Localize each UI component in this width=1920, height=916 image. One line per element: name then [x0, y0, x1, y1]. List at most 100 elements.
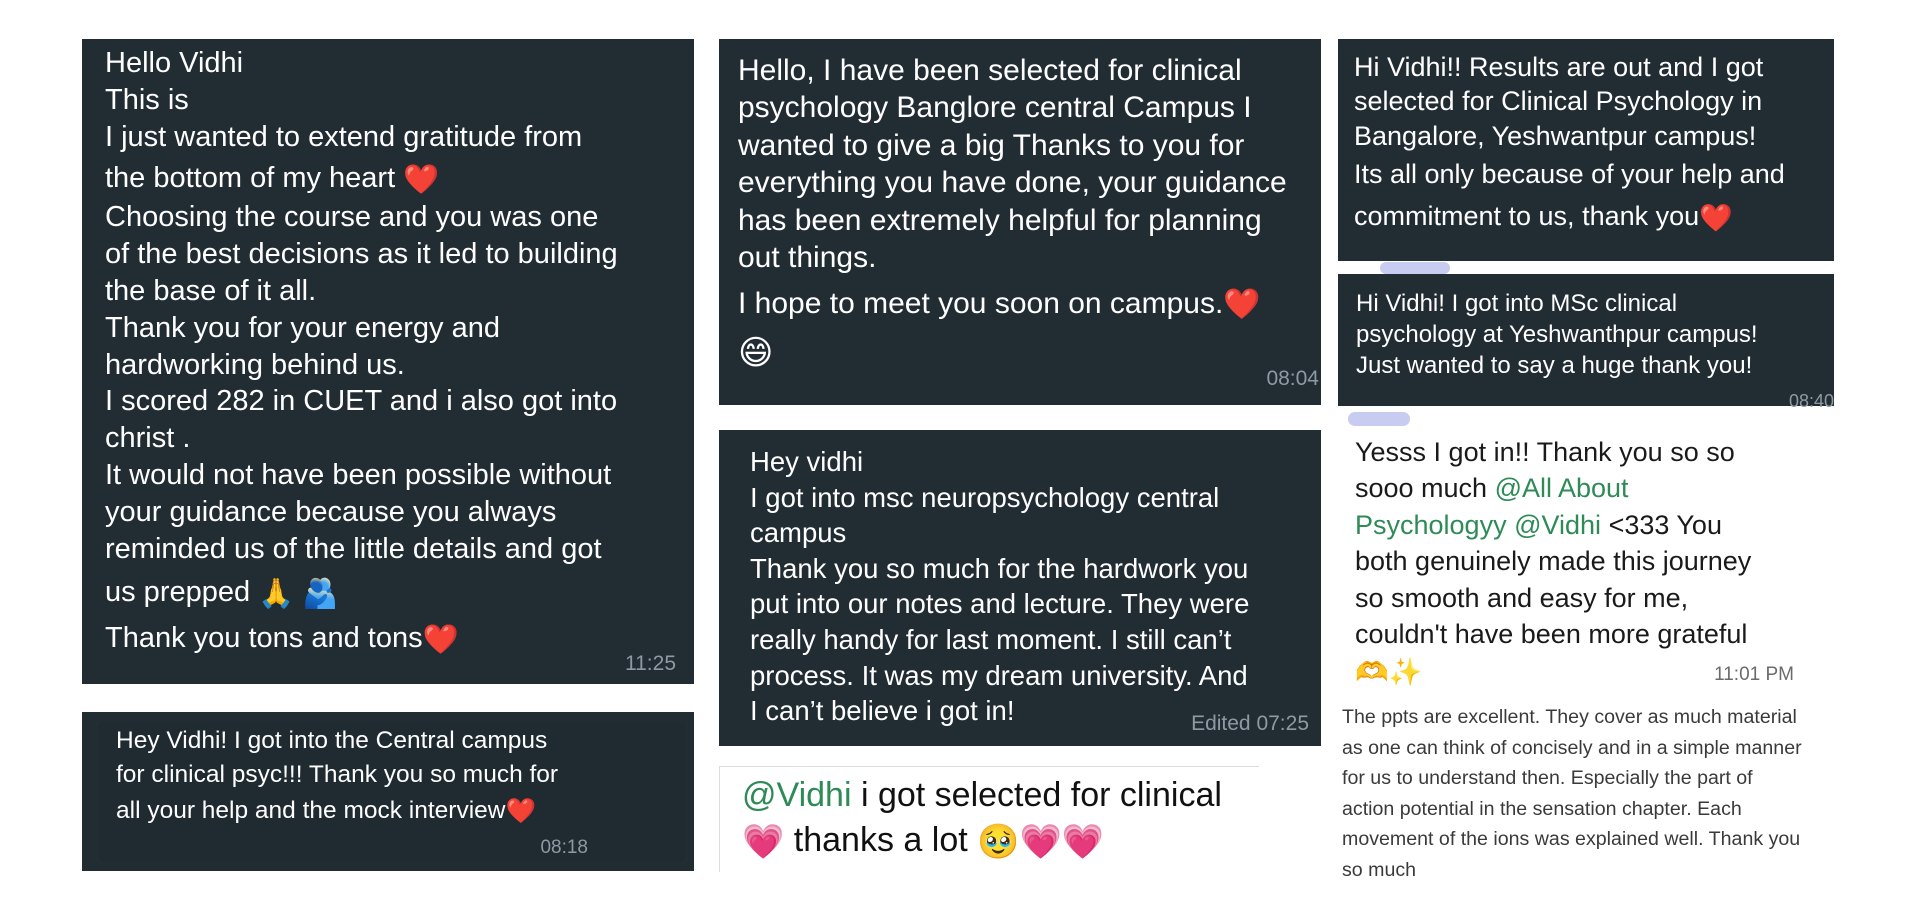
- message-line: selected for Clinical Psychology in: [1354, 86, 1763, 116]
- message-line-text: sooo much: [1355, 473, 1495, 504]
- message-card-4: Hey vidhi I got into msc neuropsychology…: [719, 430, 1321, 746]
- heart-icon: ❤️: [1223, 288, 1261, 322]
- message-line: everything you have done, your guidance: [738, 166, 1287, 200]
- message-line: Just wanted to say a huge thank you!: [1356, 352, 1753, 379]
- message-line: Hello Vidhi: [105, 47, 244, 79]
- message-text: Yesss I got in!! Thank you so so sooo mu…: [1355, 434, 1751, 689]
- message-line: Hello, I have been selected for clinical: [738, 54, 1242, 87]
- heart-icon: ❤️: [403, 163, 440, 196]
- message-line: for us to understand then. Especially th…: [1342, 767, 1753, 790]
- reaction-placeholder: [1380, 262, 1450, 274]
- message-line: as one can think of concisely and in a s…: [1342, 736, 1802, 759]
- message-line: sooo much @All About: [1355, 470, 1751, 506]
- message-line: I hope to meet you soon on campus.❤️: [738, 276, 1287, 322]
- message-text: Hey Vidhi! I got into the Central campus…: [116, 724, 558, 830]
- message-line: Choosing the course and you was one: [105, 201, 599, 234]
- message-line: us prepped 🙏 🫂: [105, 567, 618, 613]
- message-text: Hi Vidhi! I got into MSc clinical psycho…: [1356, 288, 1758, 381]
- message-line: 😄: [738, 322, 1287, 376]
- pink-heart-icon: 💗: [742, 822, 785, 861]
- message-timestamp: 08:04: [1266, 367, 1319, 390]
- message-line: The ppts are excellent. They cover as mu…: [1342, 706, 1797, 728]
- message-line-text: Thank you tons and tons: [105, 622, 423, 655]
- message-line-text: us prepped: [105, 576, 251, 609]
- message-line: Bangalore, Yeshwantpur campus!: [1354, 121, 1757, 151]
- message-line: Hi Vidhi!! Results are out and I got: [1354, 52, 1764, 82]
- message-line: your guidance because you always: [105, 495, 557, 528]
- message-card-7: Hi Vidhi! I got into MSc clinical psycho…: [1338, 274, 1834, 411]
- message-line-text: I hope to meet you soon on campus.: [738, 287, 1224, 321]
- message-line-text: the bottom of my heart: [105, 162, 396, 195]
- message-line-text: thanks a lot: [793, 821, 968, 859]
- message-line: so smooth and easy for me,: [1355, 582, 1689, 613]
- message-line: Psychologyy @Vidhi <333 You: [1355, 507, 1751, 543]
- mention-link[interactable]: @All About: [1495, 473, 1629, 503]
- message-card-3: Hello, I have been selected for clinical…: [719, 39, 1321, 405]
- message-line: I scored 282 in CUET and i also got into: [105, 385, 618, 418]
- message-card-9: The ppts are excellent. They cover as mu…: [1340, 700, 1880, 885]
- message-timestamp: 11:01 PM: [1714, 664, 1794, 685]
- message-timestamp: 11:25: [625, 652, 676, 675]
- message-line: so much: [1342, 858, 1417, 881]
- message-line: Its all only because of your help and: [1354, 159, 1785, 189]
- message-line: Thank you tons and tons❤️: [105, 613, 618, 657]
- message-line: action potential in the sensation chapte…: [1342, 797, 1742, 820]
- message-line: 💗 thanks a lot 🥹💗💗: [742, 818, 1222, 863]
- message-line: Hi Vidhi! I got into MSc clinical: [1356, 290, 1678, 317]
- pink-heart-icon: 💗: [1019, 822, 1062, 861]
- message-line-text: all your help and the mock interview: [116, 797, 506, 824]
- message-timestamp: 08:18: [540, 837, 588, 858]
- mention-link[interactable]: @Vidhi: [742, 776, 852, 814]
- message-line: commitment to us, thank you❤️: [1354, 194, 1785, 238]
- message-line: Hey vidhi: [750, 446, 864, 477]
- message-text: Hello Vidhi This is I just wanted to ext…: [105, 45, 618, 657]
- message-line: of the best decisions as it led to build…: [105, 238, 618, 271]
- message-line: wanted to give a big Thanks to you for: [738, 128, 1245, 162]
- message-line-text: commitment to us, thank you: [1354, 201, 1700, 231]
- message-line: Thank you for your energy and: [105, 311, 500, 344]
- mention-link[interactable]: Psychologyy: [1355, 510, 1507, 540]
- message-line: christ .: [105, 422, 191, 455]
- message-line: has been extremely helpful for planning: [738, 203, 1262, 237]
- message-line: It would not have been possible without: [105, 458, 612, 491]
- message-line: Hey Vidhi! I got into the Central campus: [116, 727, 548, 754]
- message-card-2: Hey Vidhi! I got into the Central campus…: [82, 712, 694, 871]
- message-card-8: Yesss I got in!! Thank you so so sooo mu…: [1338, 430, 1810, 700]
- message-line: hardworking behind us.: [105, 348, 405, 381]
- message-line: reminded us of the little details and go…: [105, 532, 602, 565]
- message-line: process. It was my dream university. And: [750, 659, 1248, 691]
- message-line: psychology at Yeshwanthpur campus!: [1356, 321, 1758, 348]
- pink-heart-icon: 💗: [1061, 822, 1105, 861]
- message-line: put into our notes and lecture. They wer…: [750, 588, 1250, 620]
- message-line: Thank you so much for the hardwork you: [750, 552, 1249, 584]
- message-line: both genuinely made this journey: [1355, 546, 1752, 577]
- pleading-face-icon: 🥹: [977, 822, 1020, 861]
- message-text: Hi Vidhi!! Results are out and I got sel…: [1354, 50, 1785, 238]
- message-text: @Vidhi i got selected for clinical 💗 tha…: [742, 773, 1222, 863]
- heart-icon: ❤️: [505, 797, 536, 825]
- folded-hands-icon: 🙏: [258, 577, 295, 610]
- message-line: movement of the ions was explained well.…: [1342, 828, 1801, 851]
- grinning-face-icon: 😄: [738, 334, 774, 373]
- message-line: @Vidhi i got selected for clinical: [742, 773, 1222, 818]
- message-line-text: <333 You: [1601, 509, 1722, 540]
- sparkles-icon: ✨: [1388, 657, 1423, 688]
- message-line: This is: [105, 83, 189, 116]
- message-card-6: Hi Vidhi!! Results are out and I got sel…: [1338, 39, 1834, 261]
- heart-icon: ❤️: [1699, 202, 1733, 233]
- message-line: all your help and the mock interview❤️: [116, 792, 558, 830]
- message-line: I got into msc neuropsychology central: [750, 481, 1220, 513]
- heart-hands-icon: 🫶: [1355, 657, 1389, 688]
- message-line: Yesss I got in!! Thank you so so: [1355, 437, 1735, 467]
- message-line: psychology Banglore central Campus I: [738, 91, 1252, 125]
- mention-link[interactable]: @Vidhi: [1514, 510, 1601, 540]
- reaction-placeholder: [1348, 412, 1410, 426]
- message-line: I can’t believe i got in!: [750, 695, 1015, 727]
- message-card-5: @Vidhi i got selected for clinical 💗 tha…: [719, 766, 1259, 872]
- message-line: for clinical psyc!!! Thank you so much f…: [116, 761, 559, 788]
- message-timestamp: Edited 07:25: [1191, 712, 1309, 735]
- message-line: the base of it all.: [105, 274, 317, 307]
- message-timestamp: 08:40: [1788, 391, 1834, 411]
- message-line: 🫶✨: [1355, 652, 1751, 688]
- hug-icon: 🫂: [302, 577, 339, 610]
